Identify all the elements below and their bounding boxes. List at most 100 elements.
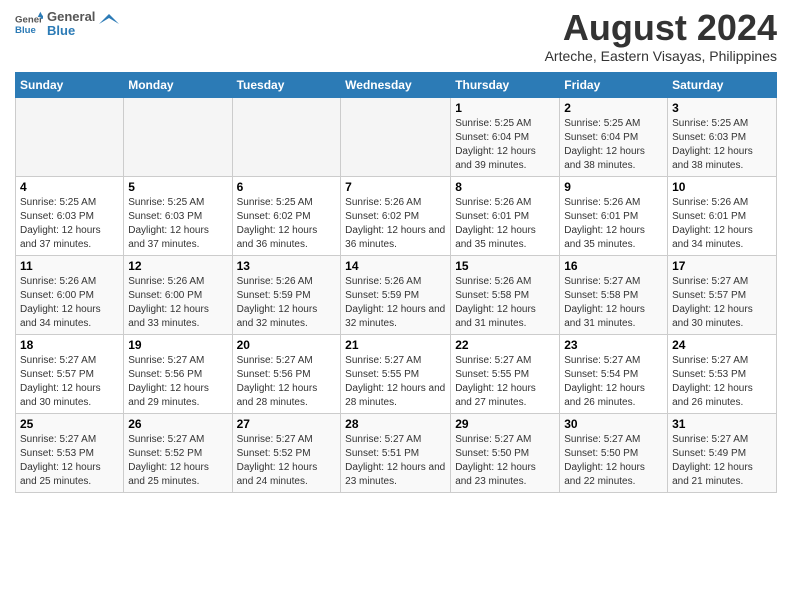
day-number: 16 <box>564 259 663 273</box>
day-number: 9 <box>564 180 663 194</box>
day-cell: 21 Sunrise: 5:27 AMSunset: 5:55 PMDayligh… <box>341 335 451 414</box>
logo-general: General <box>47 10 95 24</box>
day-number: 3 <box>672 101 772 115</box>
day-info: Sunrise: 5:26 AMSunset: 5:58 PMDaylight:… <box>455 275 555 331</box>
day-number: 7 <box>345 180 446 194</box>
day-info: Sunrise: 5:25 AMSunset: 6:03 PMDaylight:… <box>672 117 772 173</box>
day-cell: 13 Sunrise: 5:26 AMSunset: 5:59 PMDayligh… <box>232 256 341 335</box>
day-number: 31 <box>672 417 772 431</box>
day-number: 12 <box>128 259 227 273</box>
day-info: Sunrise: 5:27 AMSunset: 5:54 PMDaylight:… <box>564 354 663 410</box>
calendar-title: August 2024 <box>545 10 777 46</box>
day-info: Sunrise: 5:26 AMSunset: 6:02 PMDaylight:… <box>345 196 446 252</box>
day-info: Sunrise: 5:26 AMSunset: 5:59 PMDaylight:… <box>237 275 337 331</box>
day-number: 1 <box>455 101 555 115</box>
day-cell: 14Sunrise: 5:26 AMSunset: 5:59 PMDayligh… <box>341 256 451 335</box>
day-number: 27 <box>237 417 337 431</box>
title-area: August 2024 Arteche, Eastern Visayas, Ph… <box>545 10 777 64</box>
day-cell: 4 Sunrise: 5:25 AMSunset: 6:03 PMDaylight… <box>16 177 124 256</box>
day-cell: 3 Sunrise: 5:25 AMSunset: 6:03 PMDaylight… <box>668 98 777 177</box>
weekday-header-tuesday: Tuesday <box>232 73 341 98</box>
day-cell: 31Sunrise: 5:27 AMSunset: 5:49 PMDayligh… <box>668 414 777 493</box>
day-cell: 9 Sunrise: 5:26 AMSunset: 6:01 PMDaylight… <box>560 177 668 256</box>
day-cell <box>341 98 451 177</box>
logo: General Blue General Blue <box>15 10 119 39</box>
day-cell: 17 Sunrise: 5:27 AMSunset: 5:57 PMDayligh… <box>668 256 777 335</box>
header: General Blue General Blue August 2024 Ar… <box>15 10 777 64</box>
day-cell: 25Sunrise: 5:27 AMSunset: 5:53 PMDayligh… <box>16 414 124 493</box>
day-cell: 24 Sunrise: 5:27 AMSunset: 5:53 PMDayligh… <box>668 335 777 414</box>
day-number: 4 <box>20 180 119 194</box>
day-number: 23 <box>564 338 663 352</box>
week-row-5: 25Sunrise: 5:27 AMSunset: 5:53 PMDayligh… <box>16 414 777 493</box>
week-row-1: 1 Sunrise: 5:25 AMSunset: 6:04 PMDaylight… <box>16 98 777 177</box>
day-info: Sunrise: 5:27 AMSunset: 5:55 PMDaylight:… <box>345 354 446 410</box>
day-info: Sunrise: 5:27 AMSunset: 5:57 PMDaylight:… <box>672 275 772 331</box>
day-info: Sunrise: 5:27 AMSunset: 5:57 PMDaylight:… <box>20 354 119 410</box>
day-number: 29 <box>455 417 555 431</box>
day-number: 25 <box>20 417 119 431</box>
day-cell: 6Sunrise: 5:25 AMSunset: 6:02 PMDaylight… <box>232 177 341 256</box>
day-cell: 11 Sunrise: 5:26 AMSunset: 6:00 PMDayligh… <box>16 256 124 335</box>
weekday-header-sunday: Sunday <box>16 73 124 98</box>
day-info: Sunrise: 5:25 AMSunset: 6:04 PMDaylight:… <box>455 117 555 173</box>
day-number: 2 <box>564 101 663 115</box>
day-number: 13 <box>237 259 337 273</box>
day-info: Sunrise: 5:27 AMSunset: 5:56 PMDaylight:… <box>128 354 227 410</box>
day-cell: 27Sunrise: 5:27 AMSunset: 5:52 PMDayligh… <box>232 414 341 493</box>
day-number: 19 <box>128 338 227 352</box>
weekday-header-wednesday: Wednesday <box>341 73 451 98</box>
svg-text:Blue: Blue <box>15 25 36 36</box>
day-info: Sunrise: 5:26 AMSunset: 6:01 PMDaylight:… <box>455 196 555 252</box>
day-info: Sunrise: 5:26 AMSunset: 6:01 PMDaylight:… <box>564 196 663 252</box>
day-cell: 16Sunrise: 5:27 AMSunset: 5:58 PMDayligh… <box>560 256 668 335</box>
week-row-4: 18 Sunrise: 5:27 AMSunset: 5:57 PMDayligh… <box>16 335 777 414</box>
day-cell: 15Sunrise: 5:26 AMSunset: 5:58 PMDayligh… <box>451 256 560 335</box>
day-info: Sunrise: 5:25 AMSunset: 6:04 PMDaylight:… <box>564 117 663 173</box>
calendar-subtitle: Arteche, Eastern Visayas, Philippines <box>545 48 777 64</box>
day-info: Sunrise: 5:26 AMSunset: 6:01 PMDaylight:… <box>672 196 772 252</box>
day-number: 5 <box>128 180 227 194</box>
day-info: Sunrise: 5:26 AMSunset: 6:00 PMDaylight:… <box>20 275 119 331</box>
day-number: 18 <box>20 338 119 352</box>
day-cell: 20 Sunrise: 5:27 AMSunset: 5:56 PMDayligh… <box>232 335 341 414</box>
day-number: 10 <box>672 180 772 194</box>
logo-blue: Blue <box>47 24 95 38</box>
day-number: 24 <box>672 338 772 352</box>
weekday-header-friday: Friday <box>560 73 668 98</box>
day-number: 20 <box>237 338 337 352</box>
weekday-header-monday: Monday <box>124 73 232 98</box>
week-row-3: 11 Sunrise: 5:26 AMSunset: 6:00 PMDayligh… <box>16 256 777 335</box>
day-info: Sunrise: 5:27 AMSunset: 5:50 PMDaylight:… <box>564 433 663 489</box>
weekday-header-thursday: Thursday <box>451 73 560 98</box>
logo-icon: General Blue <box>15 10 43 38</box>
day-number: 11 <box>20 259 119 273</box>
calendar-table: SundayMondayTuesdayWednesdayThursdayFrid… <box>15 72 777 493</box>
day-info: Sunrise: 5:27 AMSunset: 5:55 PMDaylight:… <box>455 354 555 410</box>
day-number: 17 <box>672 259 772 273</box>
day-number: 21 <box>345 338 446 352</box>
day-info: Sunrise: 5:27 AMSunset: 5:51 PMDaylight:… <box>345 433 446 489</box>
day-cell: 10 Sunrise: 5:26 AMSunset: 6:01 PMDayligh… <box>668 177 777 256</box>
day-cell <box>124 98 232 177</box>
day-cell <box>232 98 341 177</box>
day-number: 28 <box>345 417 446 431</box>
day-info: Sunrise: 5:26 AMSunset: 6:00 PMDaylight:… <box>128 275 227 331</box>
day-cell: 28 Sunrise: 5:27 AMSunset: 5:51 PMDayligh… <box>341 414 451 493</box>
day-info: Sunrise: 5:27 AMSunset: 5:53 PMDaylight:… <box>672 354 772 410</box>
day-number: 6 <box>237 180 337 194</box>
day-number: 26 <box>128 417 227 431</box>
day-number: 30 <box>564 417 663 431</box>
day-info: Sunrise: 5:27 AMSunset: 5:56 PMDaylight:… <box>237 354 337 410</box>
day-info: Sunrise: 5:25 AMSunset: 6:03 PMDaylight:… <box>20 196 119 252</box>
day-number: 8 <box>455 180 555 194</box>
day-cell: 12 Sunrise: 5:26 AMSunset: 6:00 PMDayligh… <box>124 256 232 335</box>
day-cell: 18 Sunrise: 5:27 AMSunset: 5:57 PMDayligh… <box>16 335 124 414</box>
day-cell: 7 Sunrise: 5:26 AMSunset: 6:02 PMDaylight… <box>341 177 451 256</box>
weekday-header-saturday: Saturday <box>668 73 777 98</box>
day-info: Sunrise: 5:27 AMSunset: 5:52 PMDaylight:… <box>128 433 227 489</box>
logo-arrow-icon <box>99 14 119 34</box>
day-cell: 29 Sunrise: 5:27 AMSunset: 5:50 PMDayligh… <box>451 414 560 493</box>
day-cell: 8 Sunrise: 5:26 AMSunset: 6:01 PMDaylight… <box>451 177 560 256</box>
day-info: Sunrise: 5:27 AMSunset: 5:50 PMDaylight:… <box>455 433 555 489</box>
